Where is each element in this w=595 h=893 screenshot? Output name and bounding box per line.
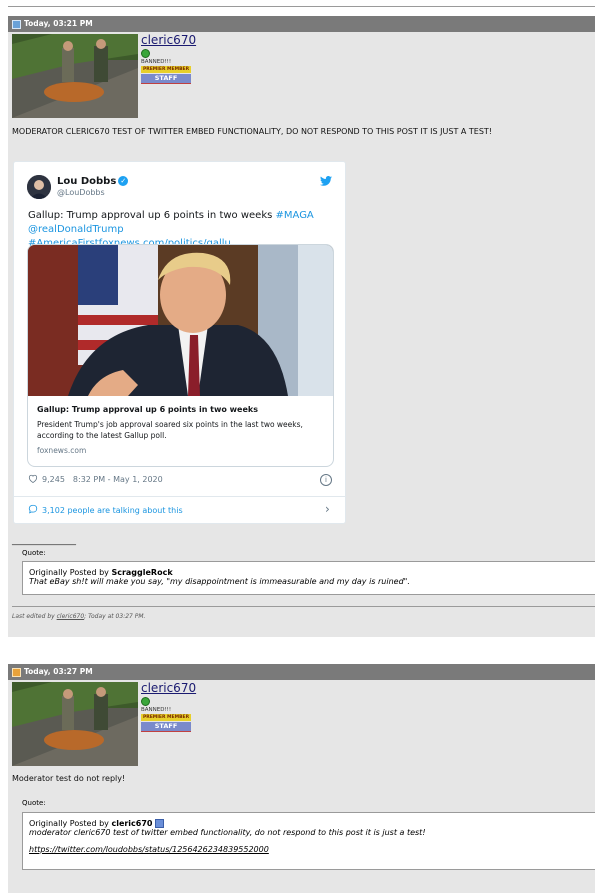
post-message: MODERATOR CLERIC670 TEST OF TWITTER EMBE… bbox=[12, 127, 493, 136]
username-link[interactable]: cleric670 bbox=[141, 682, 196, 695]
chevron-right-icon[interactable]: › bbox=[325, 502, 330, 516]
tweet-author-name-text: Lou Dobbs bbox=[57, 176, 117, 187]
quote-prefix: Originally Posted by bbox=[29, 819, 112, 828]
top-divider bbox=[8, 0, 595, 7]
user-info: cleric670 BANNED!!! PREMIER MEMBER STAFF bbox=[8, 680, 595, 770]
quote-attribution: Originally Posted by cleric670 bbox=[29, 819, 589, 828]
staff-badge: STAFF bbox=[141, 74, 191, 84]
username-link[interactable]: cleric670 bbox=[141, 34, 196, 47]
post-icon bbox=[12, 19, 21, 29]
signature-divider: ________________ bbox=[12, 536, 76, 545]
quote-text: That eBay sh!t will make you say, "my di… bbox=[29, 577, 410, 586]
comment-icon bbox=[28, 504, 38, 516]
like-count: 9,245 bbox=[42, 475, 65, 484]
edited-suffix: ; Today at 03:27 PM. bbox=[84, 613, 146, 620]
post-date: Today, 03:27 PM bbox=[24, 667, 93, 676]
info-icon[interactable]: i bbox=[320, 474, 332, 486]
post-2: Today, 03:27 PM cleric670 BANNED!!! PREM… bbox=[8, 664, 595, 893]
tweet-divider bbox=[14, 496, 345, 497]
tweet-conversation-link[interactable]: 3,102 people are talking about this bbox=[28, 504, 183, 516]
post-date: Today, 03:21 PM bbox=[24, 19, 93, 28]
tweet-author-avatar[interactable] bbox=[27, 175, 51, 199]
post-header: Today, 03:27 PM bbox=[8, 664, 595, 680]
quote-author: cleric670 bbox=[111, 819, 153, 828]
user-details: cleric670 BANNED!!! PREMIER MEMBER STAFF bbox=[141, 682, 196, 732]
online-status-icon bbox=[141, 697, 150, 706]
embedded-tweet[interactable]: Lou Dobbs ✓ @LouDobbs Gallup: Trump appro… bbox=[13, 161, 346, 524]
card-domain: foxnews.com bbox=[37, 446, 87, 455]
tweet-meta: 9,245 8:32 PM - May 1, 2020 bbox=[28, 474, 163, 485]
tweet-author-name[interactable]: Lou Dobbs ✓ bbox=[57, 176, 129, 187]
view-post-icon[interactable] bbox=[155, 819, 165, 828]
post-header: Today, 03:21 PM bbox=[8, 16, 595, 32]
user-title: BANNED!!! bbox=[141, 707, 172, 713]
card-description: President Trump's job approval soared si… bbox=[37, 420, 303, 440]
link-card[interactable]: Gallup: Trump approval up 6 points in tw… bbox=[27, 244, 334, 467]
post-message: Moderator test do not reply! bbox=[12, 774, 126, 783]
post-1: Today, 03:21 PM cleric670 BANNED!!! PREM… bbox=[8, 16, 595, 637]
post-icon bbox=[12, 667, 21, 677]
card-title: Gallup: Trump approval up 6 points in tw… bbox=[37, 405, 258, 414]
card-image bbox=[28, 245, 333, 396]
user-title: BANNED!!! bbox=[141, 59, 172, 65]
tweet-timestamp[interactable]: 8:32 PM - May 1, 2020 bbox=[73, 475, 163, 484]
tweet-author-handle[interactable]: @LouDobbs bbox=[57, 188, 105, 197]
verified-icon: ✓ bbox=[118, 176, 129, 186]
premier-member-badge: PREMIER MEMBER bbox=[141, 66, 191, 73]
hashtag-link[interactable]: #MAGA bbox=[276, 210, 314, 221]
quote-box: Originally Posted by ScraggleRock That e… bbox=[22, 561, 595, 595]
user-details: cleric670 BANNED!!! PREMIER MEMBER STAFF bbox=[141, 34, 196, 84]
quote-tweet-link[interactable]: https://twitter.com/loudobbs/status/1256… bbox=[29, 845, 269, 854]
premier-member-badge: PREMIER MEMBER bbox=[141, 714, 191, 721]
twitter-bird-icon[interactable] bbox=[320, 176, 332, 188]
user-info: cleric670 BANNED!!! PREMIER MEMBER STAFF bbox=[8, 32, 595, 122]
quote-text: moderator cleric670 test of twitter embe… bbox=[29, 828, 426, 837]
quote-box: Originally Posted by cleric670 moderator… bbox=[22, 812, 595, 870]
tweet-text-main: Gallup: Trump approval up 6 points in tw… bbox=[28, 210, 276, 221]
quote-label: Quote: bbox=[22, 549, 46, 557]
post-divider bbox=[12, 606, 595, 607]
quote-author: ScraggleRock bbox=[111, 568, 173, 577]
heart-icon[interactable] bbox=[28, 474, 38, 485]
online-status-icon bbox=[141, 49, 150, 58]
talking-count: 3,102 people are talking about this bbox=[42, 505, 183, 515]
avatar[interactable] bbox=[12, 682, 138, 766]
quote-attribution: Originally Posted by ScraggleRock bbox=[29, 568, 589, 577]
quote-label: Quote: bbox=[22, 799, 46, 807]
edited-note: Last edited by cleric670; Today at 03:27… bbox=[12, 613, 145, 620]
staff-badge: STAFF bbox=[141, 722, 191, 732]
edited-prefix: Last edited by bbox=[12, 613, 57, 620]
edited-user-link[interactable]: cleric670 bbox=[57, 613, 85, 620]
quote-prefix: Originally Posted by bbox=[29, 568, 112, 577]
avatar[interactable] bbox=[12, 34, 138, 118]
